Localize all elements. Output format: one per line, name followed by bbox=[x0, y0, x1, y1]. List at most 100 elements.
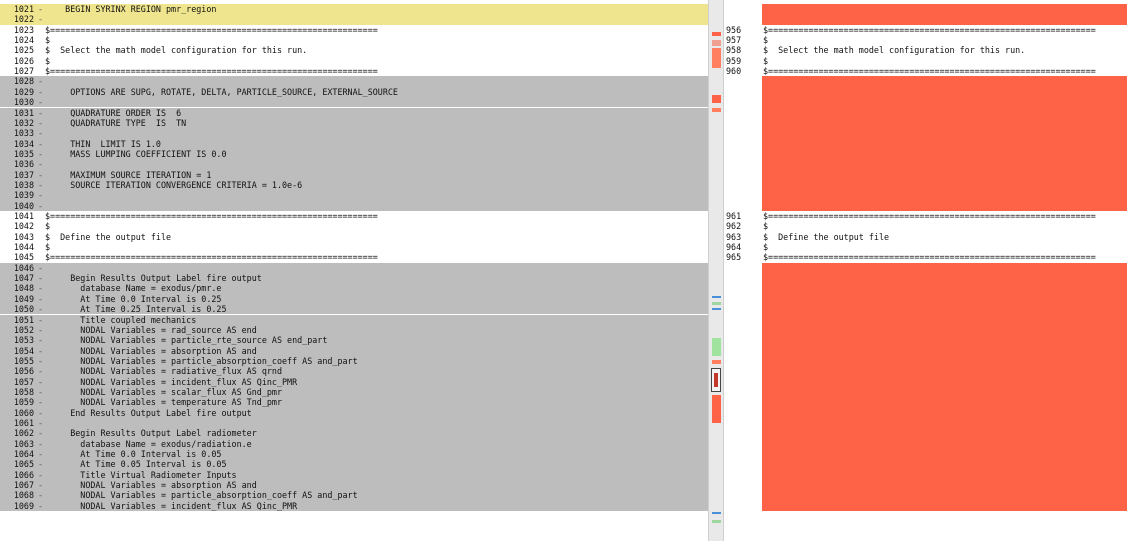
code-line[interactable]: 1059- NODAL Variables = temperature AS T… bbox=[0, 397, 708, 408]
code-line[interactable]: 1051- Title coupled mechanics bbox=[0, 314, 708, 325]
code-line[interactable]: 1052- NODAL Variables = rad_source AS en… bbox=[0, 324, 708, 336]
line-number: 1066 bbox=[13, 469, 34, 480]
code-line[interactable]: 1029- OPTIONS ARE SUPG, ROTATE, DELTA, P… bbox=[0, 86, 708, 98]
diff-marker: - bbox=[38, 159, 44, 170]
left-diff-pane[interactable]: 1021- BEGIN SYRINX REGION pmr_region 1022… bbox=[0, 0, 708, 541]
code-line[interactable]: 1038- SOURCE ITERATION CONVERGENCE CRITE… bbox=[0, 179, 708, 191]
line-number: 1068 bbox=[13, 490, 34, 501]
code-line[interactable]: 1022- bbox=[0, 14, 708, 25]
code-line[interactable]: 1039- bbox=[0, 190, 708, 201]
code-line[interactable]: 1047- Begin Results Output Label fire ou… bbox=[0, 273, 708, 284]
code-line[interactable]: $ bbox=[762, 242, 1127, 252]
code-line[interactable]: 1026 $ bbox=[0, 56, 708, 66]
code-line[interactable]: 1063- database Name = exodus/radiation.e bbox=[0, 438, 708, 450]
line-text: $ bbox=[45, 221, 51, 232]
line-text: NODAL Variables = rad_source AS end bbox=[45, 324, 257, 335]
code-line[interactable]: 1058- NODAL Variables = scalar_flux AS G… bbox=[0, 386, 708, 398]
code-line[interactable]: 1024 $ bbox=[0, 35, 708, 45]
line-text: $=======================================… bbox=[45, 66, 378, 77]
code-line[interactable]: 1069- NODAL Variables = incident_flux AS… bbox=[0, 500, 708, 512]
code-line[interactable]: 1056- NODAL Variables = radiative_flux A… bbox=[0, 366, 708, 377]
code-line[interactable]: 1023 $===================================… bbox=[0, 25, 708, 35]
right-diff-pane[interactable]: $=======================================… bbox=[762, 0, 1127, 541]
code-line[interactable]: 1031- QUADRATURE ORDER IS 6 bbox=[0, 107, 708, 118]
diff-overview-scrollbar[interactable] bbox=[708, 0, 724, 541]
code-line[interactable]: 1050- At Time 0.25 Interval is 0.25 bbox=[0, 304, 708, 315]
line-text: $ Select the math model configuration fo… bbox=[45, 45, 308, 56]
code-line[interactable]: 1062- Begin Results Output Label radiome… bbox=[0, 428, 708, 439]
change-marker bbox=[712, 108, 721, 112]
code-line[interactable]: $=======================================… bbox=[762, 211, 1127, 221]
code-line[interactable]: 1060- End Results Output Label fire outp… bbox=[0, 407, 708, 418]
line-text: $=======================================… bbox=[763, 24, 1096, 35]
code-line[interactable]: $ Select the math model configuration fo… bbox=[762, 45, 1127, 55]
code-line[interactable]: 1054- NODAL Variables = absorption AS an… bbox=[0, 345, 708, 356]
line-number: 960 bbox=[726, 66, 742, 77]
line-text: $=======================================… bbox=[45, 252, 378, 263]
change-marker bbox=[712, 395, 721, 423]
code-line[interactable]: 1021- BEGIN SYRINX REGION pmr_region bbox=[0, 4, 708, 15]
line-number: 1056 bbox=[13, 366, 34, 377]
line-number: 1050 bbox=[13, 304, 34, 315]
change-marker bbox=[712, 40, 721, 46]
code-line[interactable]: 1061- bbox=[0, 418, 708, 429]
code-line[interactable]: 1027 $===================================… bbox=[0, 66, 708, 76]
line-number: 1054 bbox=[13, 345, 34, 356]
change-marker bbox=[712, 512, 721, 514]
code-line[interactable]: 1028- bbox=[0, 76, 708, 87]
code-line[interactable]: $ bbox=[762, 221, 1127, 231]
line-number: 1035 bbox=[13, 148, 34, 159]
code-line[interactable]: 1037- MAXIMUM SOURCE ITERATION = 1 bbox=[0, 169, 708, 180]
diff-marker: - bbox=[38, 200, 44, 211]
code-line[interactable]: 1055- NODAL Variables = particle_absorpt… bbox=[0, 355, 708, 367]
code-line[interactable]: 1044 $ bbox=[0, 242, 708, 252]
code-line[interactable]: 1064- At Time 0.0 Interval is 0.05 bbox=[0, 449, 708, 460]
code-line[interactable]: 1041 $===================================… bbox=[0, 211, 708, 221]
code-line[interactable]: 1068- NODAL Variables = particle_absorpt… bbox=[0, 490, 708, 501]
code-line[interactable]: 1034- THIN LIMIT IS 1.0 bbox=[0, 138, 708, 149]
line-number: 961 bbox=[726, 211, 742, 221]
code-line[interactable]: 1036- bbox=[0, 159, 708, 170]
code-line[interactable]: 1046- bbox=[0, 262, 708, 274]
code-line[interactable]: 1035- MASS LUMPING COEFFICIENT IS 0.0 bbox=[0, 148, 708, 160]
code-line[interactable]: 1067- NODAL Variables = absorption AS an… bbox=[0, 480, 708, 491]
line-number: 1052 bbox=[13, 324, 34, 335]
code-line[interactable]: $=======================================… bbox=[762, 25, 1127, 35]
code-line[interactable]: 1048- database Name = exodus/pmr.e bbox=[0, 283, 708, 294]
code-line[interactable]: 1042 $ bbox=[0, 221, 708, 231]
line-text: At Time 0.05 Interval is 0.05 bbox=[45, 459, 227, 470]
code-line[interactable]: 1065- At Time 0.05 Interval is 0.05 bbox=[0, 459, 708, 470]
code-line[interactable]: 1030- bbox=[0, 97, 708, 108]
code-line[interactable]: $ bbox=[762, 35, 1127, 45]
line-number: 1062 bbox=[13, 428, 34, 439]
code-line[interactable]: 1066- Title Virtual Radiometer Inputs bbox=[0, 469, 708, 481]
code-line[interactable]: $ bbox=[762, 56, 1127, 66]
removed-block bbox=[762, 4, 1127, 25]
code-line[interactable]: 1053- NODAL Variables = particle_rte_sou… bbox=[0, 335, 708, 346]
line-number: 1021 bbox=[13, 4, 34, 14]
line-number: 1036 bbox=[13, 159, 34, 170]
code-line[interactable]: 1032- QUADRATURE TYPE IS TN bbox=[0, 117, 708, 129]
code-line[interactable]: 1043 $ Define the output file bbox=[0, 232, 708, 242]
line-text: Begin Results Output Label radiometer bbox=[45, 428, 257, 439]
code-line[interactable]: $=======================================… bbox=[762, 252, 1127, 262]
code-line[interactable]: 1049- At Time 0.0 Interval is 0.25 bbox=[0, 293, 708, 305]
code-line[interactable]: 1057- NODAL Variables = incident_flux AS… bbox=[0, 376, 708, 387]
change-marker bbox=[712, 48, 721, 68]
scrollbar-thumb[interactable] bbox=[711, 368, 721, 392]
code-line[interactable]: $=======================================… bbox=[762, 66, 1127, 76]
code-line[interactable]: 1040- bbox=[0, 200, 708, 211]
code-line[interactable]: $ Define the output file bbox=[762, 232, 1127, 242]
code-line[interactable]: 1045 $===================================… bbox=[0, 252, 708, 262]
line-text: Title coupled mechanics bbox=[45, 314, 197, 325]
line-text: NODAL Variables = particle_absorption_co… bbox=[45, 490, 358, 501]
code-line[interactable]: 1033- bbox=[0, 128, 708, 139]
line-number: 1043 bbox=[13, 231, 34, 242]
line-text: $ Define the output file bbox=[763, 231, 890, 242]
code-line[interactable]: 1025 $ Select the math model configuratio… bbox=[0, 45, 708, 55]
line-number: 1069 bbox=[13, 500, 34, 511]
change-marker bbox=[712, 338, 721, 356]
line-number: 1040 bbox=[13, 200, 34, 211]
line-number: 1029 bbox=[13, 86, 34, 97]
line-text: $ bbox=[45, 242, 51, 253]
